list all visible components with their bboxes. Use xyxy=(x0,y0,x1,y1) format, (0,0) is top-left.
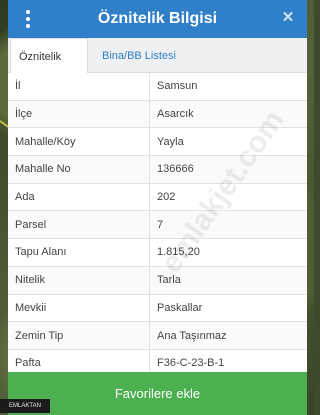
tab-bar: Öznitelik Bilgisi Bina/BB Listesi xyxy=(8,38,307,99)
table-row: İlçe Asarcık xyxy=(8,100,307,129)
row-key: Ada xyxy=(8,183,150,211)
row-value: 202 xyxy=(157,191,176,204)
attribute-table: İl Samsun İlçe Asarcık Mahalle/Köy Yayla Mahal… xyxy=(8,73,307,378)
row-value: 1.815,20 xyxy=(157,246,200,259)
attribute-dialog: Öznitelik Bilgisi ✕ Öznitelik Bilgisi Bi… xyxy=(8,0,307,415)
row-key: Zemin Tip xyxy=(8,322,150,349)
row-value: Yayla xyxy=(157,135,184,148)
row-value: Asarcık xyxy=(157,108,194,121)
row-value: Ana Taşınmaz xyxy=(157,329,227,342)
row-value: Tarla xyxy=(157,274,181,287)
row-key: Mahalle No xyxy=(8,156,150,183)
row-value: Samsun xyxy=(157,80,198,93)
table-row: Mahalle No 136666 xyxy=(8,156,307,184)
row-value: 136666 xyxy=(157,163,194,176)
row-key: Tapu Alanı xyxy=(8,239,150,266)
row-key: Parsel xyxy=(8,211,150,239)
dialog-header: Öznitelik Bilgisi ✕ xyxy=(8,0,307,38)
row-key: İl xyxy=(8,73,150,100)
row-key: Nitelik xyxy=(8,266,150,294)
row-key: Mahalle/Köy xyxy=(8,128,150,156)
add-to-favorites-button[interactable]: Favorilere ekle xyxy=(8,372,307,415)
tab-building-list[interactable]: Bina/BB Listesi xyxy=(94,38,184,72)
tab-attribute-info[interactable]: Öznitelik Bilgisi xyxy=(10,38,88,99)
table-row: Nitelik Tarla xyxy=(8,266,307,295)
row-value: 7 xyxy=(157,218,164,231)
table-row: İl Samsun xyxy=(8,73,307,101)
brand-logo: EMLAKTAN xyxy=(0,399,50,413)
table-row: Parsel 7 xyxy=(8,211,307,240)
row-value: Paskallar xyxy=(157,301,203,314)
dialog-title: Öznitelik Bilgisi xyxy=(97,10,218,27)
row-key: İlçe xyxy=(8,100,150,128)
table-row: Zemin Tip Ana Taşınmaz xyxy=(8,322,307,350)
table-row: Ada 202 xyxy=(8,183,307,212)
table-row: Mevkii Paskallar xyxy=(8,294,307,323)
table-row: Tapu Alanı 1.815,20 xyxy=(8,239,307,267)
row-key: Mevkii xyxy=(8,294,150,322)
close-icon[interactable]: ✕ xyxy=(279,9,297,27)
table-row: Mahalle/Köy Yayla xyxy=(8,128,307,157)
